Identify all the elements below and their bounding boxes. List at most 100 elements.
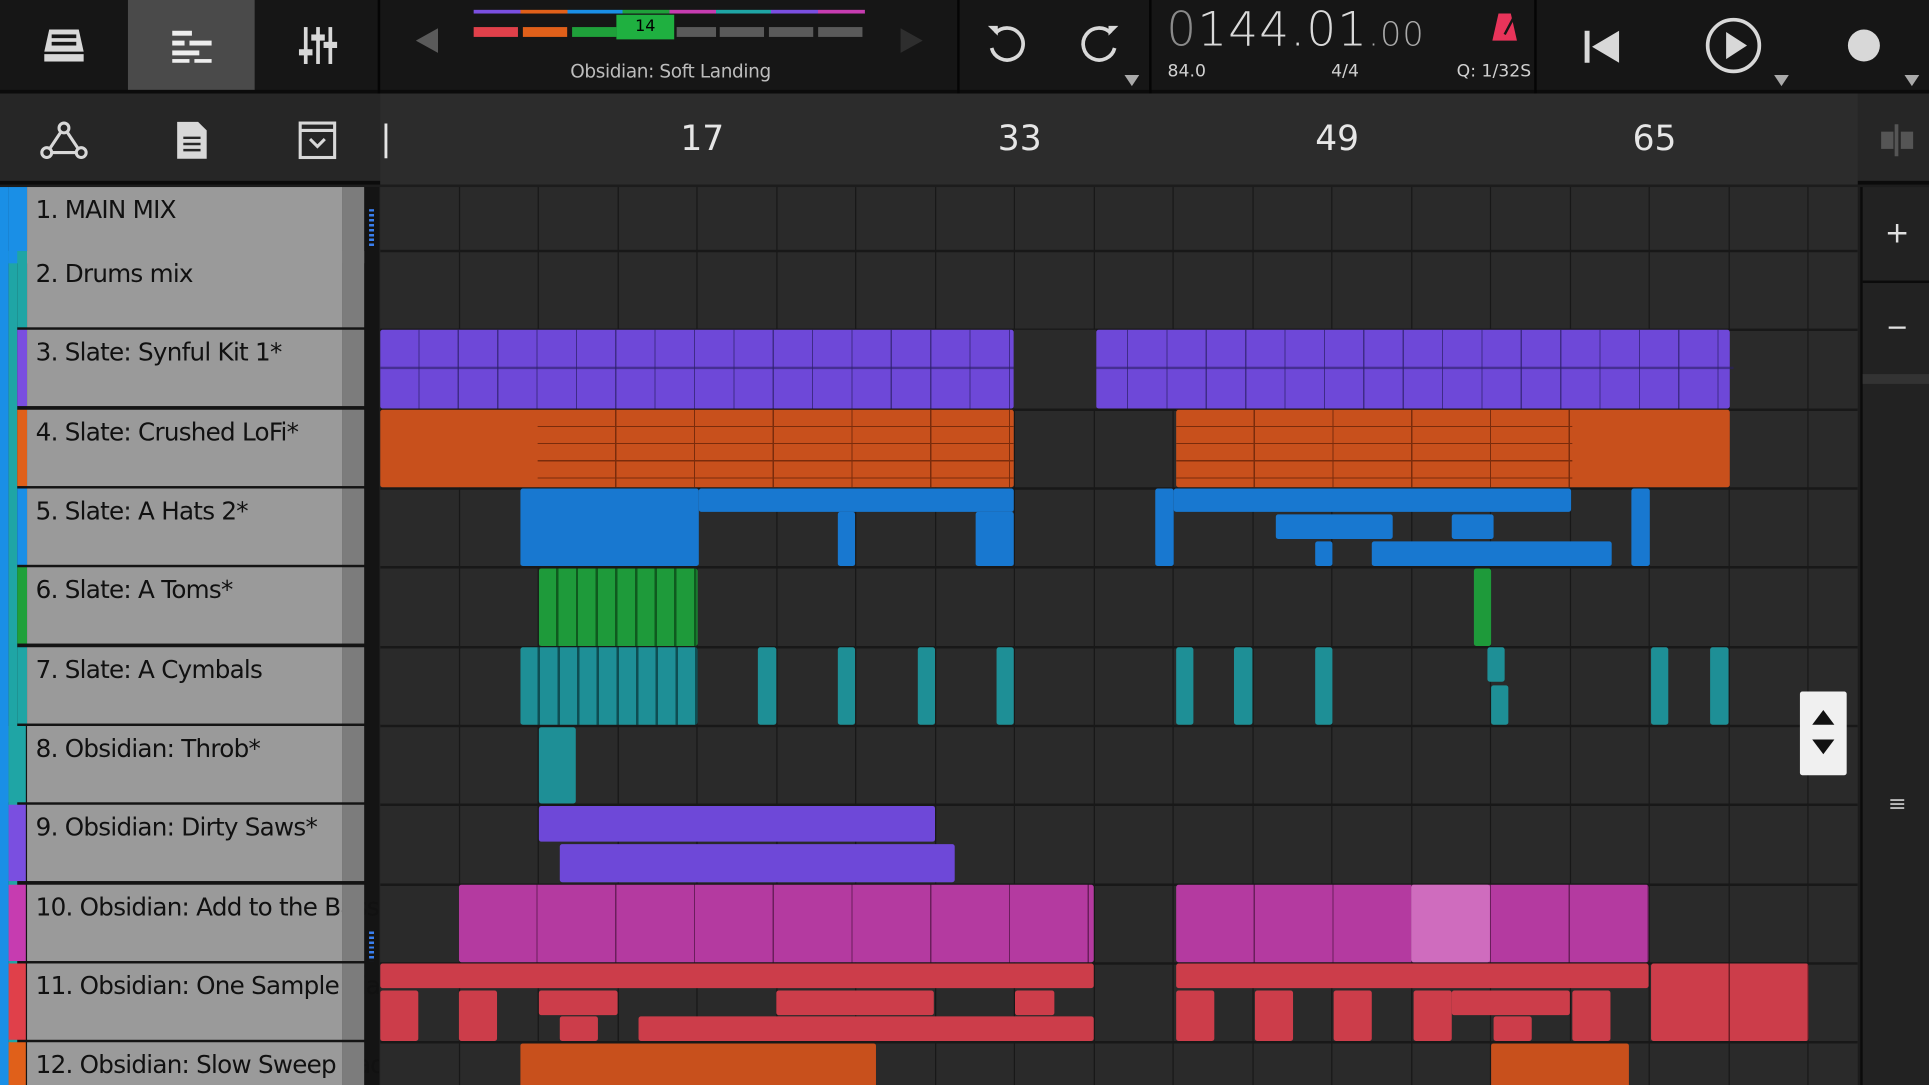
clip[interactable] [458, 990, 498, 1042]
clip[interactable] [698, 488, 1014, 512]
position-counter[interactable]: 0144.01.00 [1166, 2, 1424, 56]
track-header[interactable]: 6. Slate: A Toms* [0, 567, 369, 644]
clip[interactable] [917, 647, 936, 725]
clip[interactable] [1275, 514, 1393, 539]
play-button[interactable] [1703, 15, 1765, 77]
clip[interactable] [638, 1016, 1094, 1042]
clip[interactable] [1631, 488, 1650, 567]
clip[interactable] [380, 963, 1094, 989]
clip[interactable] [538, 568, 698, 647]
track-name-panel[interactable]: 7. Slate: A Cymbals [27, 647, 343, 724]
tempo-display[interactable]: 84.0 [1168, 62, 1206, 82]
zoom-out-button[interactable]: − [1862, 280, 1929, 372]
clip[interactable] [1176, 990, 1215, 1042]
mixer-view-button[interactable] [255, 0, 382, 90]
clip[interactable] [1651, 963, 1809, 1042]
clip[interactable] [559, 1016, 598, 1042]
track-name-panel[interactable]: 12. Obsidian: Slow Sweep Pad* [27, 1042, 379, 1085]
track-name-panel[interactable]: 2. Drums mix [27, 251, 343, 328]
track-name-panel[interactable]: 10. Obsidian: Add to the Bass* [27, 884, 379, 962]
track-name-panel[interactable]: 5. Slate: A Hats 2* [27, 488, 343, 565]
clip[interactable] [520, 647, 698, 725]
track-header[interactable]: 11. Obsidian: One Sample Pian.. [0, 963, 379, 1040]
clip[interactable] [538, 990, 618, 1016]
automation-button[interactable] [37, 116, 91, 165]
zoom-in-button[interactable]: + [1863, 187, 1929, 278]
clip[interactable] [1710, 647, 1729, 725]
song-overview[interactable]: 14 [473, 9, 865, 40]
clip[interactable] [837, 511, 856, 567]
track-header[interactable]: 9. Obsidian: Dirty Saws* [0, 804, 369, 882]
clip[interactable] [1413, 990, 1452, 1042]
track-header[interactable]: 8. Obsidian: Throb* [0, 725, 369, 803]
timeline-ruler[interactable]: | 17 33 49 65 [380, 93, 1858, 185]
clip[interactable] [837, 647, 856, 725]
clip[interactable] [1411, 884, 1490, 963]
arrangement-area[interactable] [380, 187, 1858, 1085]
clip[interactable] [538, 805, 936, 842]
record-button[interactable] [1843, 25, 1885, 67]
redo-history-dropdown[interactable] [1124, 69, 1140, 92]
clip[interactable] [757, 647, 777, 725]
current-bar-indicator[interactable]: 14 [616, 14, 675, 40]
clip[interactable] [776, 990, 934, 1016]
clip[interactable] [996, 647, 1014, 725]
clip[interactable] [1451, 990, 1570, 1016]
track-header[interactable]: 2. Drums mix [0, 251, 369, 328]
clip[interactable] [1572, 990, 1611, 1042]
clip[interactable] [1173, 488, 1572, 512]
play-options-dropdown[interactable] [1774, 69, 1789, 92]
track-name-panel[interactable]: 9. Obsidian: Dirty Saws* [27, 804, 343, 882]
clip[interactable] [1176, 647, 1194, 725]
clip[interactable] [1155, 488, 1174, 567]
clip[interactable] [1493, 1016, 1532, 1042]
quantize-display[interactable]: Q: 1/32S [1457, 62, 1531, 82]
track-name-panel[interactable]: 3. Slate: Synful Kit 1* [27, 329, 343, 407]
clip[interactable] [1315, 541, 1333, 567]
clip[interactable] [1014, 990, 1055, 1016]
clip[interactable] [1176, 963, 1649, 989]
clip[interactable] [975, 511, 1014, 567]
metronome-button[interactable] [1491, 12, 1518, 46]
track-header[interactable]: 10. Obsidian: Add to the Bass* [0, 884, 379, 962]
split-view-button[interactable] [1873, 118, 1922, 162]
keyboard-view-button[interactable] [0, 0, 127, 90]
track-header[interactable]: 7. Slate: A Cymbals [0, 647, 369, 724]
clip[interactable] [520, 488, 699, 567]
menu-button[interactable]: ≡ [1863, 783, 1929, 827]
clip[interactable] [538, 727, 576, 804]
clip[interactable] [1371, 541, 1612, 567]
track-header[interactable]: 12. Obsidian: Slow Sweep Pad* [0, 1042, 379, 1085]
tracks-view-button[interactable] [127, 0, 255, 90]
clip[interactable] [458, 884, 1094, 963]
clip[interactable] [1233, 647, 1253, 725]
track-name-panel[interactable]: 6. Slate: A Toms* [27, 567, 343, 644]
clip[interactable] [1315, 647, 1333, 725]
clip[interactable] [1473, 568, 1492, 647]
track-header[interactable]: 4. Slate: Crushed LoFi* [0, 409, 369, 487]
undo-button[interactable] [979, 17, 1033, 71]
track-header[interactable]: 5. Slate: A Hats 2* [0, 488, 369, 565]
track-header[interactable]: 3. Slate: Synful Kit 1* [0, 329, 369, 407]
clip[interactable] [1487, 647, 1505, 682]
track-name-panel[interactable]: 4. Slate: Crushed LoFi* [27, 409, 343, 487]
clip[interactable] [1254, 990, 1294, 1042]
time-signature[interactable]: 4/4 [1331, 62, 1359, 82]
clip[interactable] [520, 1043, 876, 1085]
scroll-left-button[interactable] [408, 22, 445, 59]
clip[interactable] [559, 844, 955, 883]
track-name-panel[interactable]: 11. Obsidian: One Sample Pian.. [27, 963, 379, 1040]
clip[interactable] [380, 990, 419, 1042]
track-name-panel[interactable]: 8. Obsidian: Throb* [27, 725, 343, 803]
track-options-button[interactable] [293, 116, 342, 165]
redo-button[interactable] [1073, 17, 1127, 71]
vertical-scroll-control[interactable] [1799, 691, 1847, 776]
clip[interactable] [1333, 990, 1372, 1042]
record-options-dropdown[interactable] [1904, 69, 1920, 92]
clip[interactable] [1491, 685, 1509, 725]
notes-button[interactable] [167, 116, 216, 165]
clip[interactable] [1651, 647, 1669, 725]
clip[interactable] [1451, 514, 1494, 539]
clip[interactable] [1491, 1043, 1629, 1085]
go-to-start-button[interactable] [1577, 22, 1626, 71]
